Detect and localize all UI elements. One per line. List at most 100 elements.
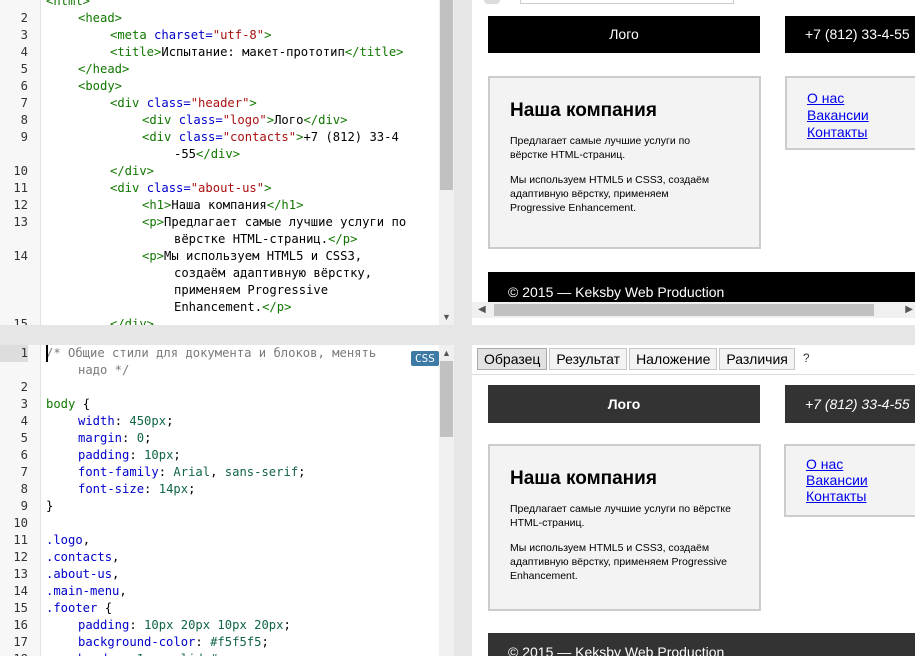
code-line[interactable]: .contacts, <box>46 549 119 566</box>
code-token: : <box>195 635 211 649</box>
code-line[interactable]: width: 450px; <box>78 413 173 430</box>
menu-link[interactable]: Вакансии <box>806 472 915 488</box>
line-number: 5 <box>20 62 28 76</box>
menu-link[interactable]: Вакансии <box>807 107 915 124</box>
code-token: , <box>112 567 120 581</box>
tab-diff[interactable]: Различия <box>719 348 795 370</box>
code-line[interactable]: body { <box>46 396 90 413</box>
code-token: </p> <box>328 232 358 246</box>
scroll-down-icon[interactable]: ▼ <box>439 311 454 323</box>
line-number: 15 <box>13 601 28 615</box>
code-line[interactable]: <div class="header"> <box>110 95 257 112</box>
code-line[interactable]: <p>Мы используем HTML5 и CSS3, <box>142 248 362 265</box>
line-number: 14 <box>13 249 28 263</box>
preview-logo: Лого <box>488 16 760 53</box>
preview-tabs: Образец Результат Наложение Различия ? <box>477 348 816 370</box>
menu-link[interactable]: О нас <box>807 90 915 107</box>
code-line[interactable]: создаём адаптивную вёрстку, <box>174 265 372 282</box>
code-token: <div <box>142 130 179 144</box>
menu-link[interactable]: Контакты <box>807 124 915 141</box>
code-line[interactable]: .about-us, <box>46 566 119 583</box>
menu-link[interactable]: Контакты <box>806 488 915 504</box>
code-token: Мы используем HTML5 и CSS3, <box>164 249 363 263</box>
code-line[interactable]: /* Общие стили для документа и блоков, м… <box>46 345 376 362</box>
line-number: 3 <box>20 28 28 42</box>
code-line[interactable]: </div> <box>110 316 154 325</box>
code-line[interactable]: <div class="logo">Лого</div> <box>142 112 347 129</box>
code-token: <body> <box>78 79 123 93</box>
line-number: 13 <box>13 215 28 229</box>
line-number: 13 <box>13 567 28 581</box>
code-token: ; <box>144 431 152 445</box>
code-token: Испытание: макет-прототип <box>161 45 345 59</box>
code-token: </h1> <box>266 198 304 212</box>
preview-hscrollbar[interactable]: ◀ ▶ <box>472 302 915 318</box>
code-line[interactable]: <html> <box>46 0 90 10</box>
code-line[interactable]: border: 1px solid #... <box>78 651 239 656</box>
code-token: font-family <box>78 465 159 479</box>
code-token: > <box>266 113 275 127</box>
code-line[interactable]: </head> <box>78 61 129 78</box>
code-line[interactable]: <p>Предлагает самые лучшие услуги по <box>142 214 406 231</box>
scroll-left-icon[interactable]: ◀ <box>478 302 486 318</box>
code-line[interactable]: -55</div> <box>174 146 240 163</box>
css-editor-scrollbar[interactable]: ▲ <box>439 345 454 656</box>
code-token: Наша компания <box>171 198 267 212</box>
line-number: 8 <box>20 113 28 127</box>
line-number: 6 <box>20 79 28 93</box>
code-line[interactable]: <div class="contacts">+7 (812) 33-4 <box>142 129 399 146</box>
tab-sample[interactable]: Образец <box>477 348 548 370</box>
code-line[interactable]: Enhancement.</p> <box>174 299 291 316</box>
code-token: "about-us" <box>190 181 265 195</box>
code-line[interactable]: .logo, <box>46 532 90 549</box>
code-token: Предлагает самые лучшие услуги по <box>164 215 407 229</box>
code-line[interactable]: font-size: 14px; <box>78 481 195 498</box>
code-token: ; <box>188 482 196 496</box>
html-editor-scrollbar[interactable]: ▼ <box>439 0 454 325</box>
line-number: 16 <box>13 618 28 632</box>
scrollbar-thumb[interactable] <box>440 0 453 190</box>
line-number: 4 <box>20 45 28 59</box>
line-number: 7 <box>20 465 28 479</box>
code-line[interactable]: font-family: Arial, sans-serif; <box>78 464 306 481</box>
code-line[interactable]: background-color: #f5f5f5; <box>78 634 269 651</box>
tab-overlay[interactable]: Наложение <box>629 348 718 370</box>
code-line[interactable]: .footer { <box>46 600 112 617</box>
code-token: { <box>97 601 113 615</box>
code-token: #f5f5f5 <box>210 635 262 649</box>
code-line[interactable]: } <box>46 498 53 515</box>
code-token: </p> <box>262 300 292 314</box>
code-token: 10px <box>144 448 174 462</box>
line-number: 4 <box>20 414 28 428</box>
scroll-right-icon[interactable]: ▶ <box>905 302 913 318</box>
css-editor[interactable]: 1 /* Общие стили для документа и блоков, … <box>0 345 454 656</box>
code-line[interactable]: <body> <box>78 78 122 95</box>
code-line[interactable]: margin: 0; <box>78 430 151 447</box>
preview-contacts: +7 (812) 33-4-55 <box>785 385 915 423</box>
code-line[interactable]: padding: 10px; <box>78 447 181 464</box>
help-icon[interactable]: ? <box>797 348 816 370</box>
code-line[interactable]: <meta charset="utf-8"> <box>110 27 271 44</box>
scrollbar-thumb[interactable] <box>440 361 453 437</box>
code-line[interactable]: применяем Progressive <box>174 282 328 299</box>
scrollbar-thumb[interactable] <box>494 304 874 316</box>
code-line[interactable]: <h1>Наша компания</h1> <box>142 197 303 214</box>
code-token: font-size <box>78 482 145 496</box>
code-line[interactable]: <title>Испытание: макет-прототип</title> <box>110 44 404 61</box>
code-line[interactable]: вёрстке HTML-страниц.</p> <box>174 231 357 248</box>
code-token: Enhancement. <box>174 300 263 314</box>
code-line[interactable]: <head> <box>78 10 122 27</box>
code-line[interactable]: </div> <box>110 163 154 180</box>
code-token: /* Общие стили для документа и блоков, м… <box>46 346 377 360</box>
code-line[interactable]: <div class="about-us"> <box>110 180 271 197</box>
html-editor[interactable]: <html> 2 <head> 3 <meta charset="utf-8"> 4 <ti… <box>0 0 454 325</box>
scroll-up-icon[interactable]: ▲ <box>439 347 454 359</box>
menu-link[interactable]: О нас <box>806 456 915 472</box>
line-number: 10 <box>13 164 28 178</box>
code-token: 14px <box>158 482 189 496</box>
code-line[interactable]: надо */ <box>78 362 129 379</box>
code-line[interactable]: .main-menu, <box>46 583 127 600</box>
code-line[interactable]: padding: 10px 20px 10px 20px; <box>78 617 291 634</box>
code-token: <html> <box>46 0 91 8</box>
tab-result[interactable]: Результат <box>549 348 628 370</box>
